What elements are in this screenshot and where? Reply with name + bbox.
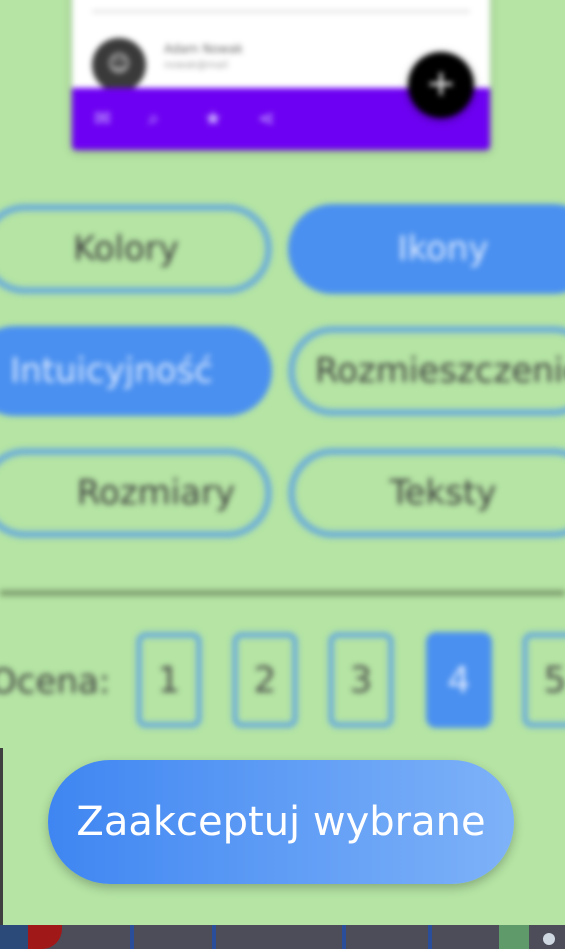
rating-option-1[interactable]: 1 (136, 632, 202, 728)
star-icon: ★ (204, 106, 222, 130)
rating-option-label: 4 (447, 659, 471, 701)
rating-option-label: 2 (253, 659, 277, 701)
preview-fab-plus-icon: + (408, 52, 474, 118)
category-chip-rozmieszczenie[interactable]: Rozmieszczenie (288, 326, 565, 416)
search-icon: ⌕ (148, 106, 160, 130)
strip-line (130, 925, 134, 949)
chip-label: Ikony (397, 229, 489, 269)
chip-label: Kolory (73, 229, 179, 269)
screen: ☺ Adam Nowak nowak@mail ✉ ⌕ ★ ⋖ + Kolory… (0, 0, 565, 949)
rating-option-5[interactable]: 5 (522, 632, 565, 728)
underlying-app-strip (0, 925, 565, 949)
category-chip-rozmiary[interactable]: Rozmiary (0, 448, 272, 538)
chip-label: Rozmiary (76, 473, 236, 513)
chip-label: Teksty (389, 473, 497, 513)
strip-line (212, 925, 216, 949)
rating-option-label: 1 (157, 659, 181, 701)
rating-option-label: 5 (543, 659, 565, 701)
strip-blue-shape (0, 925, 28, 949)
mail-icon: ✉ (94, 106, 111, 130)
chip-label: Rozmieszczenie (315, 351, 565, 391)
rating-option-4[interactable]: 4 (426, 632, 492, 728)
preview-subtitle: nowak@mail (164, 60, 228, 71)
preview-name: Adam Nowak (164, 42, 243, 56)
share-icon: ⋖ (258, 106, 275, 130)
rating-option-label: 3 (349, 659, 373, 701)
preview-avatar: ☺ (92, 38, 146, 92)
strip-dot-icon (543, 933, 555, 945)
category-chip-intuicyjnosc[interactable]: Intuicyjność (0, 326, 272, 416)
category-chip-ikony[interactable]: Ikony (288, 204, 565, 294)
chip-label: Intuicyjność (10, 351, 213, 391)
rating-option-2[interactable]: 2 (232, 632, 298, 728)
rating-option-3[interactable]: 3 (328, 632, 394, 728)
category-chip-teksty[interactable]: Teksty (288, 448, 565, 538)
category-chip-kolory[interactable]: Kolory (0, 204, 272, 294)
strip-line (342, 925, 346, 949)
accept-selected-button[interactable]: Zaakceptuj wybrane (48, 760, 514, 884)
section-divider (0, 590, 565, 596)
strip-line (428, 925, 432, 949)
rating-label: Ocena: (0, 662, 111, 702)
preview-divider (92, 10, 470, 13)
strip-green-shape (499, 925, 529, 949)
edge-shadow (0, 748, 3, 928)
